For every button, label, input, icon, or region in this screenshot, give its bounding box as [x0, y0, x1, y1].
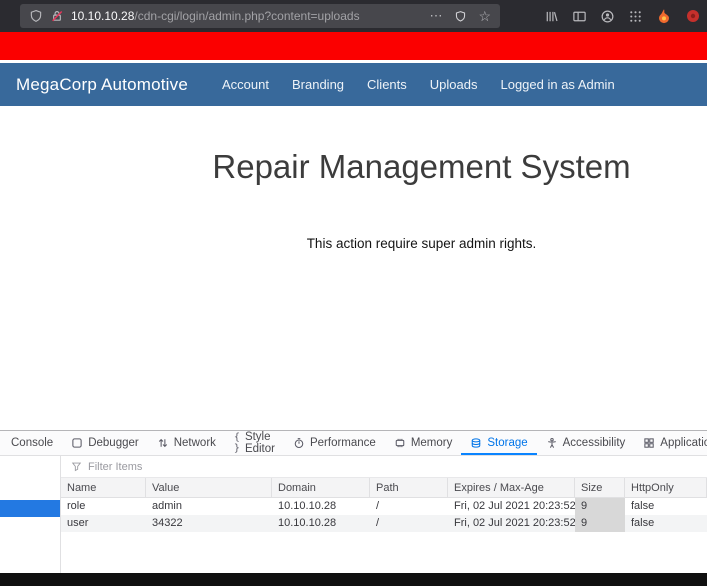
insecure-lock-icon[interactable]: [50, 9, 64, 23]
cookies-table-header: Name Value Domain Path Expires / Max-Age…: [61, 478, 707, 498]
cell-value: admin: [146, 498, 272, 515]
browser-window: 10.10.10.28/cdn-cgi/login/admin.php?cont…: [0, 0, 707, 586]
performance-icon: [293, 437, 305, 449]
page-title: Repair Management System: [136, 106, 707, 186]
tracking-shield-icon[interactable]: [29, 9, 43, 23]
storage-tree-sidebar[interactable]: [0, 456, 61, 573]
devtools-panel: Console Debugger Network { } Style Edito…: [0, 430, 707, 573]
application-icon: [643, 437, 655, 449]
cell-size: 9: [575, 498, 625, 515]
filter-bar[interactable]: Filter Items: [61, 456, 707, 478]
filter-funnel-icon: [71, 461, 82, 472]
tab-application[interactable]: Application: [634, 431, 707, 455]
cell-path: /: [370, 515, 448, 532]
url-text[interactable]: 10.10.10.28/cdn-cgi/login/admin.php?cont…: [71, 9, 360, 23]
extensions-grid-icon[interactable]: [628, 9, 643, 24]
url-path: /cdn-cgi/login/admin.php?content=uploads: [134, 9, 359, 23]
network-icon: [157, 437, 169, 449]
cell-size: 9: [575, 515, 625, 532]
extension-flame-icon[interactable]: [656, 8, 672, 24]
table-row[interactable]: user 34322 10.10.10.28 / Fri, 02 Jul 202…: [61, 515, 707, 532]
tab-style-editor[interactable]: { } Style Editor: [225, 431, 284, 455]
nav-item-clients[interactable]: Clients: [367, 77, 407, 92]
debugger-icon: [71, 437, 83, 449]
sidebar-toggle-icon[interactable]: [572, 9, 587, 24]
bookmark-star-icon[interactable]: ☆: [478, 8, 491, 25]
cell-path: /: [370, 498, 448, 515]
style-editor-icon: { }: [234, 432, 240, 454]
cell-httponly: false: [625, 498, 707, 515]
extension-red-icon[interactable]: [685, 8, 701, 24]
cell-domain: 10.10.10.28: [272, 515, 370, 532]
tab-network[interactable]: Network: [148, 431, 225, 455]
col-name[interactable]: Name: [61, 478, 146, 498]
pocket-shield-icon[interactable]: [454, 10, 467, 23]
cell-value: 34322: [146, 515, 272, 532]
filter-input[interactable]: Filter Items: [88, 461, 142, 473]
nav-item-uploads[interactable]: Uploads: [430, 77, 478, 92]
col-domain[interactable]: Domain: [272, 478, 370, 498]
brand[interactable]: MegaCorp Automotive: [16, 75, 188, 95]
col-path[interactable]: Path: [370, 478, 448, 498]
cell-name: role: [61, 498, 146, 515]
url-domain: 10.10.10.28: [71, 9, 134, 23]
tab-memory[interactable]: Memory: [385, 431, 462, 455]
storage-icon: [470, 437, 482, 449]
tab-performance[interactable]: Performance: [284, 431, 385, 455]
nav-item-account[interactable]: Account: [222, 77, 269, 92]
tab-debugger[interactable]: Debugger: [62, 431, 148, 455]
library-icon[interactable]: [544, 9, 559, 24]
site-navbar: MegaCorp Automotive Account Branding Cli…: [0, 63, 707, 106]
memory-icon: [394, 437, 406, 449]
accessibility-icon: [546, 437, 558, 449]
tab-console[interactable]: Console: [2, 431, 62, 455]
page-content: Repair Management System This action req…: [0, 106, 707, 430]
devtools-tabbar: Console Debugger Network { } Style Edito…: [0, 431, 707, 456]
cell-httponly: false: [625, 515, 707, 532]
cell-expires: Fri, 02 Jul 2021 20:23:52 …: [448, 515, 575, 532]
table-row[interactable]: role admin 10.10.10.28 / Fri, 02 Jul 202…: [61, 498, 707, 515]
cell-expires: Fri, 02 Jul 2021 20:23:52 …: [448, 498, 575, 515]
nav-item-branding[interactable]: Branding: [292, 77, 344, 92]
storage-tree-selected-item[interactable]: [0, 500, 60, 517]
url-bar[interactable]: 10.10.10.28/cdn-cgi/login/admin.php?cont…: [20, 4, 500, 28]
col-expires[interactable]: Expires / Max-Age: [448, 478, 575, 498]
window-bottom-edge: [0, 573, 707, 586]
col-size[interactable]: Size: [575, 478, 625, 498]
alert-banner: [0, 32, 707, 60]
account-avatar-icon[interactable]: [600, 9, 615, 24]
browser-chrome: 10.10.10.28/cdn-cgi/login/admin.php?cont…: [0, 0, 707, 32]
cell-domain: 10.10.10.28: [272, 498, 370, 515]
col-httponly[interactable]: HttpOnly: [625, 478, 707, 498]
page-actions-icon[interactable]: ⋯: [429, 8, 443, 24]
tab-storage[interactable]: Storage: [461, 431, 536, 455]
col-value[interactable]: Value: [146, 478, 272, 498]
nav-item-logged-in[interactable]: Logged in as Admin: [500, 77, 614, 92]
page-message: This action require super admin rights.: [136, 236, 707, 251]
tab-accessibility[interactable]: Accessibility: [537, 431, 635, 455]
cell-name: user: [61, 515, 146, 532]
